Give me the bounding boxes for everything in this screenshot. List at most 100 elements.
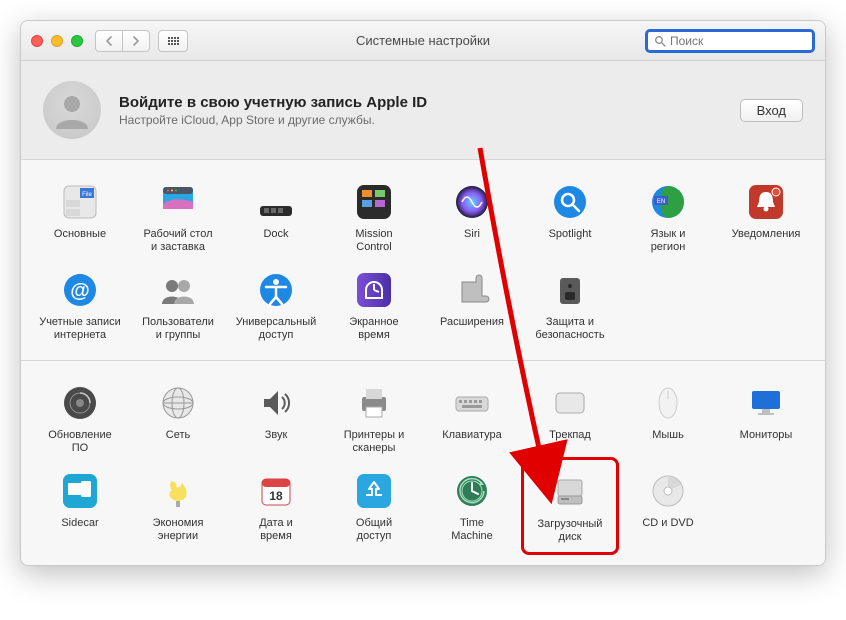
pref-cddvd[interactable]: CD и DVD <box>619 463 717 555</box>
pref-displays[interactable]: Мониторы <box>717 375 815 463</box>
svg-text:EN: EN <box>657 199 665 205</box>
search-input[interactable] <box>670 34 825 48</box>
search-field[interactable] <box>645 29 815 53</box>
titlebar: Системные настройки <box>21 21 825 61</box>
pref-label: Универсальный доступ <box>236 316 317 342</box>
update-icon <box>58 381 102 425</box>
pref-spotlight[interactable]: Spotlight <box>521 174 619 262</box>
pref-language[interactable]: ENЯзык и регион <box>619 174 717 262</box>
pref-label: Общий доступ <box>356 517 392 543</box>
pref-siri[interactable]: Siri <box>423 174 521 262</box>
pref-datetime[interactable]: 18Дата и время <box>227 463 325 555</box>
pref-label: Time Machine <box>451 517 493 543</box>
prefs-row: Обновление ПО Сеть Звук Принтеры и сканеры К… <box>31 375 815 463</box>
keyboard-icon <box>450 381 494 425</box>
pref-label: Учетные записи интернета <box>39 316 121 342</box>
banner-sub: Настройте iCloud, App Store и другие слу… <box>119 113 427 127</box>
sign-in-button[interactable]: Вход <box>740 99 803 122</box>
pref-label: Дата и время <box>259 517 293 543</box>
prefs-section: Обновление ПО Сеть Звук Принтеры и сканеры К… <box>21 361 825 565</box>
banner-heading: Войдите в свою учетную запись Apple ID <box>119 94 427 111</box>
cddvd-icon <box>646 469 690 513</box>
pref-sharing[interactable]: Общий доступ <box>325 463 423 555</box>
pref-label: Клавиатура <box>442 429 502 442</box>
pref-general[interactable]: File Основные <box>31 174 129 262</box>
pref-label: Расширения <box>440 316 504 329</box>
pref-dock[interactable]: Dock <box>227 174 325 262</box>
pref-timemachine[interactable]: Time Machine <box>423 463 521 555</box>
prefs-section: File Основные Рабочий стол и заставка Dock M… <box>21 160 825 361</box>
pref-startup[interactable]: Загрузочный диск <box>521 457 619 555</box>
network-icon <box>156 381 200 425</box>
pref-label: Рабочий стол и заставка <box>143 228 212 254</box>
pref-trackpad[interactable]: Трекпад <box>521 375 619 463</box>
timemachine-icon <box>450 469 494 513</box>
svg-text:@: @ <box>70 280 90 302</box>
pref-label: Spotlight <box>549 228 592 241</box>
pref-label: CD и DVD <box>642 517 693 530</box>
pref-update[interactable]: Обновление ПО <box>31 375 129 463</box>
pref-printers[interactable]: Принтеры и сканеры <box>325 375 423 463</box>
pref-mission[interactable]: Mission Control <box>325 174 423 262</box>
pref-extensions[interactable]: Расширения <box>423 262 521 350</box>
spotlight-icon <box>548 180 592 224</box>
sound-icon <box>254 381 298 425</box>
pref-label: Обновление ПО <box>48 429 112 455</box>
pref-label: Основные <box>54 228 106 241</box>
pref-desktop[interactable]: Рабочий стол и заставка <box>129 174 227 262</box>
show-all-button[interactable] <box>158 30 188 52</box>
pref-security[interactable]: Защита и безопасность <box>521 262 619 350</box>
pref-label: Сеть <box>166 429 190 442</box>
zoom-button[interactable] <box>71 35 83 47</box>
avatar <box>43 81 101 139</box>
minimize-button[interactable] <box>51 35 63 47</box>
pref-label: Загрузочный диск <box>538 518 603 544</box>
general-icon: File <box>58 180 102 224</box>
pref-label: Трекпад <box>549 429 591 442</box>
nav-buttons <box>95 30 150 52</box>
banner-text: Войдите в свою учетную запись Apple ID Н… <box>119 94 427 127</box>
pref-label: Мониторы <box>740 429 793 442</box>
pref-users[interactable]: Пользователи и группы <box>129 262 227 350</box>
pref-internet[interactable]: @ Учетные записи интернета <box>31 262 129 350</box>
dock-icon <box>254 180 298 224</box>
pref-network[interactable]: Сеть <box>129 375 227 463</box>
mission-icon <box>352 180 396 224</box>
system-preferences-window: Системные настройки Войдите в свою учетн… <box>20 20 826 566</box>
sharing-icon <box>352 469 396 513</box>
pref-label: Экранное время <box>349 316 398 342</box>
pref-accessibility[interactable]: Универсальный доступ <box>227 262 325 350</box>
screentime-icon <box>352 268 396 312</box>
pref-screentime[interactable]: Экранное время <box>325 262 423 350</box>
startup-icon <box>548 470 592 514</box>
users-icon <box>156 268 200 312</box>
siri-icon <box>450 180 494 224</box>
prefs-row: @ Учетные записи интернета Пользователи и … <box>31 262 815 350</box>
pref-sound[interactable]: Звук <box>227 375 325 463</box>
pref-mouse[interactable]: Мышь <box>619 375 717 463</box>
security-icon <box>548 268 592 312</box>
accessibility-icon <box>254 268 298 312</box>
internet-icon: @ <box>58 268 102 312</box>
pref-label: Уведомления <box>732 228 801 241</box>
pref-label: Пользователи и группы <box>142 316 214 342</box>
forward-button[interactable] <box>122 30 150 52</box>
close-button[interactable] <box>31 35 43 47</box>
user-silhouette-icon <box>49 87 95 133</box>
apple-id-banner: Войдите в свою учетную запись Apple ID Н… <box>21 61 825 160</box>
prefs-row: Sidecar Экономия энергии 18Дата и время Общ… <box>31 463 815 555</box>
pref-keyboard[interactable]: Клавиатура <box>423 375 521 463</box>
pref-label: Siri <box>464 228 480 241</box>
back-button[interactable] <box>95 30 123 52</box>
pref-energy[interactable]: Экономия энергии <box>129 463 227 555</box>
pref-label: Mission Control <box>355 228 392 254</box>
pref-label: Экономия энергии <box>153 517 204 543</box>
pref-label: Dock <box>263 228 288 241</box>
pref-label: Мышь <box>652 429 684 442</box>
pref-notifications[interactable]: Уведомления <box>717 174 815 262</box>
window-controls <box>31 35 83 47</box>
pref-sidecar[interactable]: Sidecar <box>31 463 129 555</box>
prefs-row: File Основные Рабочий стол и заставка Dock M… <box>31 174 815 262</box>
pref-label: Принтеры и сканеры <box>344 429 405 455</box>
extensions-icon <box>450 268 494 312</box>
